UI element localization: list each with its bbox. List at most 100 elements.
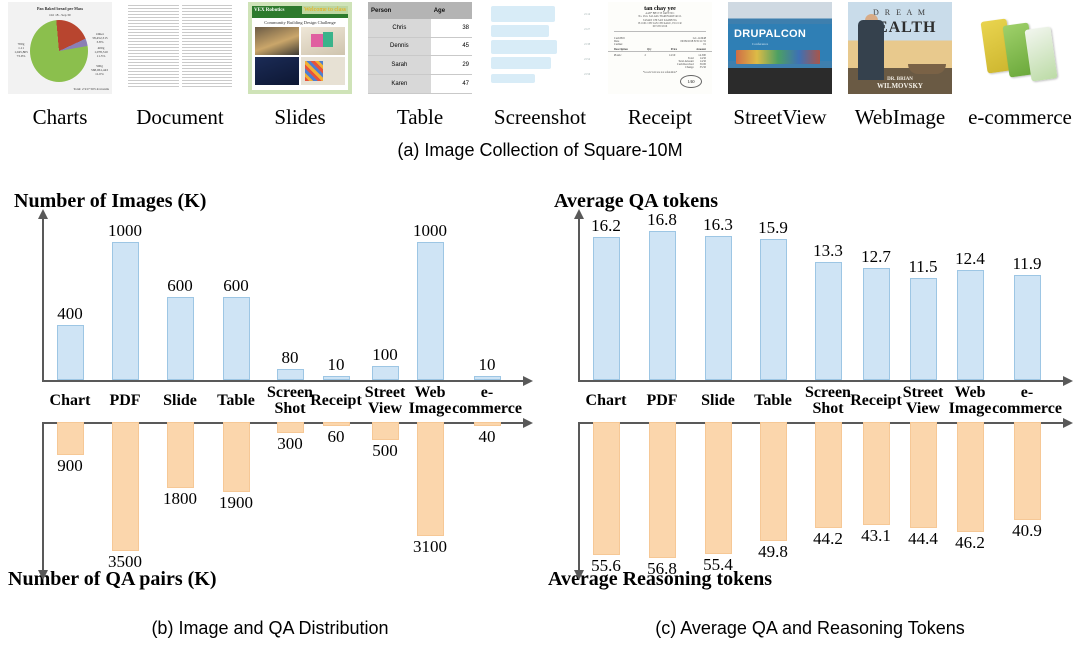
table-cell-age: 38 [430, 19, 472, 38]
value-label-lower-7: 3100 [413, 537, 447, 557]
table-col-person: Person [368, 2, 431, 20]
pie-thumb-title: Pan Baked bread per Mass [36, 6, 84, 11]
value-label-upper-1: 1000 [108, 220, 142, 240]
bar-images-7 [956, 270, 984, 380]
chat-bubble [491, 25, 549, 37]
bar-qa-4 [276, 422, 304, 434]
table-cell-age: 29 [430, 55, 472, 76]
caption-b: (b) Image and QA Distribution [151, 618, 389, 638]
collection-item-ecommerce: e-commerce [960, 2, 1080, 129]
collection-label-screenshot: Screenshot [493, 105, 587, 129]
street-view-banner-artwork [736, 49, 820, 64]
pie-slice-label-1: Other 58,452,315 3.8% [92, 32, 108, 44]
value-label-upper-3: 15.9 [758, 218, 788, 238]
chat-timestamps: 21:14 21:27 21:38 21:54 21:56 [584, 13, 590, 76]
category-label-8: e-commerce [992, 384, 1062, 417]
collection-label-document: Document [136, 105, 224, 129]
chat-bubble [491, 74, 535, 83]
book-title-top: D R E A M [872, 8, 927, 17]
value-label-lower-0: 900 [57, 456, 83, 476]
slide-photo-blocks [301, 57, 345, 85]
value-label-lower-8: 40.9 [1012, 520, 1042, 540]
slide-brand: VEX Robotics [254, 8, 285, 13]
bar-qa-2 [704, 422, 732, 555]
chart-x-axis-arrow-lower [523, 418, 533, 428]
pie-thumb-subtitle: Oct 18 - Sep 30 [49, 13, 71, 17]
bar-qa-7 [416, 422, 444, 537]
book-cover-thumbnail: D R E A M HEALTH DR. BRIAN WILMOVSKY [848, 2, 952, 102]
bar-images-4 [276, 368, 304, 380]
bar-qa-7 [956, 422, 984, 533]
slide-subtitle: Community Building Design Challenge [264, 20, 336, 25]
pie-slice-label-0: 700g 1.11 1,045,805 73.9% [14, 42, 28, 58]
table-cell-name: Dennis [368, 37, 431, 57]
bar-qa-2 [166, 422, 194, 489]
collection-label-receipt: Receipt [627, 105, 693, 129]
image-collection-panel: Pan Baked bread per Mass Oct 18 - Sep 30… [0, 0, 1080, 160]
chat-bubble [491, 57, 551, 69]
collection-label-charts: Charts [32, 105, 88, 129]
collection-item-charts: Pan Baked bread per Mass Oct 18 - Sep 30… [0, 2, 120, 129]
bar-images-7 [416, 241, 444, 380]
book-author-photo [858, 20, 884, 80]
pie-slice-label-3: 500g 568,061,443 11.0% [91, 64, 108, 76]
value-label-lower-8: 40 [478, 427, 496, 446]
bar-images-0 [56, 324, 84, 380]
bar-images-8 [1013, 274, 1041, 380]
receipt-col-description: Description [614, 48, 628, 52]
chart-x-axis-arrow-lower [1063, 418, 1073, 428]
receipt-col-price: Price [670, 48, 677, 52]
table-header-row: Person Age [368, 2, 472, 20]
chart-y-axis-lower [42, 422, 44, 570]
book-author-name: DR. BRIAN WILMOVSKY [848, 77, 952, 90]
receipt-item-name: Plastic [614, 54, 622, 58]
bar-qa-0 [56, 422, 84, 456]
slide-photo-render [255, 57, 299, 85]
collection-item-webimage: D R E A M HEALTH DR. BRIAN WILMOVSKY Web… [840, 2, 960, 129]
collection-label-webimage: WebImage [854, 105, 946, 129]
collection-label-streetview: StreetView [733, 105, 827, 129]
receipt-meta-key: Cashier [614, 43, 623, 47]
pie-chart-thumbnail: Pan Baked bread per Mass Oct 18 - Sep 30… [8, 2, 112, 102]
bar-qa-5 [322, 422, 350, 426]
receipt-meta-val: 01 [703, 43, 706, 47]
table-row: Dennis 45 [368, 37, 472, 57]
chart-y-axis-upper [578, 218, 580, 380]
pie-slice-label-2: 400g 1,078,310 11.3% [94, 46, 108, 58]
collection-item-screenshot: 21:14 21:27 21:38 21:54 21:56 Screenshot [480, 2, 600, 129]
slide-photo-building [255, 27, 299, 55]
table-cell-name: Sarah [368, 55, 431, 76]
table-cell-age: 47 [430, 74, 472, 94]
street-view-banner-subtext: Conference [752, 42, 769, 47]
thumb-table: Person Age Chris 38 Dennis 45 Sarah 29 K… [368, 2, 472, 94]
receipt-col-amount: Amount [696, 48, 706, 52]
collection-label-ecommerce: e-commerce [968, 105, 1072, 129]
book-boat-graphic [908, 64, 946, 74]
bar-qa-4 [814, 422, 842, 528]
bar-images-0 [592, 236, 620, 380]
table-row: Sarah 29 [368, 55, 472, 76]
chart-x-axis-upper [42, 380, 525, 382]
collection-item-document: Document [120, 2, 240, 129]
bar-qa-8 [1013, 422, 1041, 520]
document-column-left [128, 5, 179, 89]
value-label-upper-6: 100 [372, 345, 398, 365]
bar-qa-0 [592, 422, 620, 555]
bar-images-5 [322, 376, 350, 380]
data-table-thumbnail: Person Age Chris 38 Dennis 45 Sarah 29 K… [368, 2, 472, 102]
image-and-qa-distribution-chart: Number of Images (K) Number of QA pairs … [0, 190, 540, 610]
collection-item-receipt: tan chay yee AAB* BB3 T B L&E3TD 1 No. 2… [600, 2, 720, 129]
bar-images-3 [222, 297, 250, 380]
receipt-col-qty: Qty [647, 48, 652, 52]
receipt-item-price: 14.50 [668, 54, 676, 58]
table-row: Karen 47 [368, 74, 472, 94]
receipt-thumbnail: tan chay yee AAB* BB3 T B L&E3TD 1 No. 2… [608, 2, 712, 102]
bar-qa-1 [111, 422, 139, 551]
table-row: Chris 38 [368, 19, 472, 38]
pie-total-label: Total: 2 917 503 414 units [73, 87, 109, 91]
chat-bubble [491, 6, 555, 22]
bar-qa-8 [473, 422, 501, 426]
bar-qa-3 [222, 422, 250, 492]
value-label-lower-6: 500 [372, 441, 398, 461]
value-label-upper-7: 1000 [413, 220, 447, 240]
